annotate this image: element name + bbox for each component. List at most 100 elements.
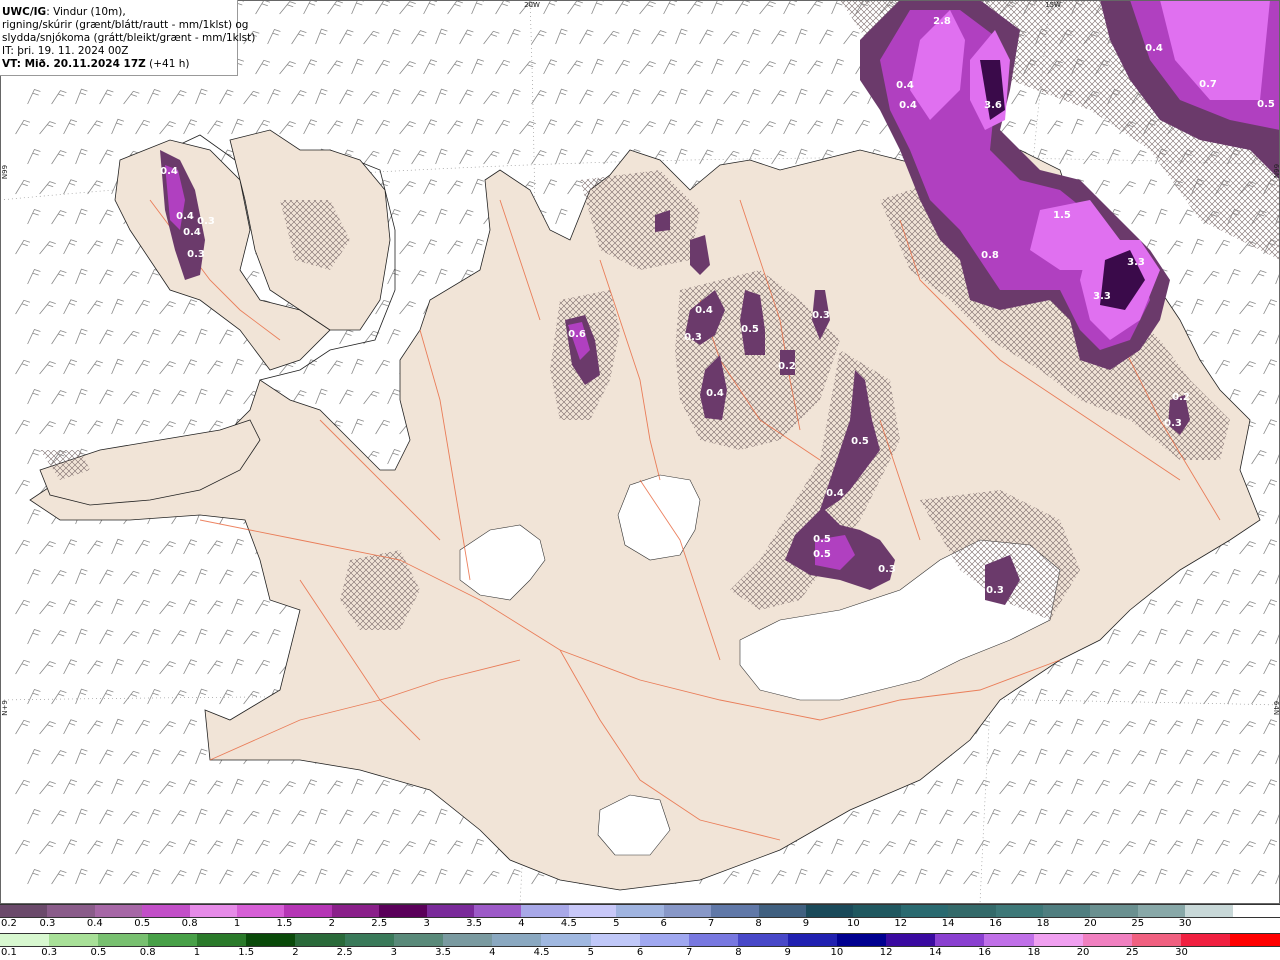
precip-label: 3.6	[984, 100, 1002, 111]
precip-label: 0.4	[896, 80, 914, 91]
weather-map: 2.8 0.4 0.4 3.6 0.5 0.4 0.7 0.5 0.5 1.5 …	[0, 0, 1280, 904]
legend-swatch	[474, 905, 522, 917]
legend-label: 9	[784, 947, 791, 958]
legend-label: 2	[328, 918, 336, 929]
legend-swatch	[948, 905, 996, 917]
legend-label: 20	[1076, 947, 1090, 958]
precip-label: 0.4	[183, 227, 201, 238]
legend-label: 0.2	[1, 918, 17, 929]
legend-label: 25	[1131, 918, 1145, 929]
title-line-1: UWC/IG: Vindur (10m),	[2, 6, 237, 19]
legend-label: 2.5	[371, 918, 388, 929]
legend-swatch	[442, 934, 493, 946]
legend-swatch	[1132, 934, 1182, 946]
precip-label: 0.5	[1257, 99, 1275, 110]
precip-label: 0.4	[899, 100, 917, 111]
lon-label-15w: 15W	[1045, 1, 1061, 9]
legend-swatch	[1230, 934, 1280, 946]
title-model: UWC/IG	[2, 6, 47, 18]
precip-label: 3.3	[1093, 291, 1111, 302]
legend-swatch	[805, 905, 854, 917]
legend-swatch	[0, 934, 50, 946]
legend-swatch	[900, 905, 949, 917]
legend-swatch	[426, 905, 475, 917]
legend-label: 8	[755, 918, 762, 929]
legend-label: 12	[879, 947, 893, 958]
legend-swatch	[1082, 934, 1133, 946]
legend-label: 3.5	[435, 947, 452, 958]
legend-label: 18	[1036, 918, 1050, 929]
legend-label: 5	[587, 947, 594, 958]
legend-swatch	[1137, 905, 1186, 917]
precip-label: 3.3	[1127, 257, 1145, 268]
precip-label: 0.3	[1164, 418, 1182, 429]
lon-label-20w: 20W	[524, 1, 540, 9]
title-variable: : Vindur (10m),	[46, 6, 126, 18]
lat-label-64n: 64N	[1272, 701, 1280, 715]
legend-label: 0.8	[181, 918, 198, 929]
color-legends: 0.2 0.3 0.4 0.5 0.8 1 1.5 2 2.5 3 3.5 4 4.5 5 6 7 8 9 10 12…	[0, 904, 1280, 960]
lat-label-left-bottom: N+9	[1, 700, 9, 716]
legend-swatch	[331, 905, 380, 917]
legend-swatch	[935, 934, 985, 946]
legend-swatch	[1185, 905, 1233, 917]
snow-legend-labels: 0.2 0.3 0.4 0.5 0.8 1 1.5 2 2.5 3 3.5 4 4.5 5 6 7 8 9 10 12…	[0, 918, 1280, 931]
lat-label-66n: 66N	[1272, 164, 1280, 178]
legend-label: 4.5	[560, 918, 577, 929]
precip-label: 0.5	[1063, 138, 1081, 149]
valid-time-line: VT: Mið. 20.11.2024 17Z (+41 h)	[2, 58, 237, 71]
precip-label: 2.8	[933, 16, 951, 27]
legend-swatch	[47, 905, 95, 917]
legend-swatch	[147, 934, 197, 946]
precip-label: 0.3	[187, 249, 205, 260]
precip-label: 0.6	[568, 329, 586, 340]
legend-swatch	[1042, 905, 1091, 917]
rain-legend-swatches	[0, 933, 1280, 947]
legend-swatch	[142, 905, 190, 917]
legend-swatch	[663, 905, 712, 917]
legend-label: 12	[894, 918, 908, 929]
init-time: IT: þri. 19. 11. 2024 00Z	[2, 45, 129, 57]
precip-label: 0.4	[695, 305, 713, 316]
legend-label: 4	[489, 947, 496, 958]
map-title-box: UWC/IG: Vindur (10m), rigning/skúrir (gr…	[0, 0, 255, 76]
legend-swatch	[984, 934, 1034, 946]
lat-label-left-top: N99	[1, 165, 9, 179]
legend-swatch	[237, 905, 285, 917]
precip-label: 0.4	[826, 488, 844, 499]
precip-label: 0.4	[176, 211, 194, 222]
precip-label: 0.2	[1172, 392, 1190, 403]
legend-swatch	[541, 934, 591, 946]
precip-label: 0.4	[1145, 43, 1163, 54]
precip-label: 0.8	[981, 250, 999, 261]
legend-label: 3	[390, 947, 398, 958]
legend-swatch	[1181, 934, 1231, 946]
legend-label: 2	[292, 947, 299, 958]
legend-label: 30	[1178, 918, 1192, 929]
precip-label: 0.3	[878, 564, 896, 575]
precip-label: 0.5	[741, 324, 759, 335]
precip-label: 0.4	[160, 166, 178, 177]
precip-label: 0.3	[197, 216, 215, 227]
legend-label: 30	[1175, 947, 1188, 958]
legend-label: 2.5	[336, 947, 353, 958]
legend-label: 16	[989, 918, 1002, 929]
legend-label: 10	[830, 947, 844, 958]
legend-label: 8	[735, 947, 742, 958]
precip-label: 0.5	[813, 534, 831, 545]
legend-swatch	[639, 934, 690, 946]
legend-swatch	[49, 934, 99, 946]
legend-label: 0.5	[90, 947, 107, 958]
precip-label: 0.3	[812, 310, 830, 321]
valid-time: VT: Mið. 20.11.2024 17Z	[2, 58, 146, 70]
legend-swatch	[94, 905, 143, 917]
legend-label: 0.8	[139, 947, 156, 958]
precip-label: 0.4	[706, 388, 724, 399]
legend-label: 10	[846, 918, 860, 929]
legend-label: 1.5	[276, 918, 293, 929]
legend-swatch	[995, 905, 1043, 917]
legend-swatch	[738, 934, 788, 946]
legend-swatch	[689, 934, 739, 946]
legend-label: 3	[423, 918, 430, 929]
precip-label: 0.5	[851, 436, 869, 447]
